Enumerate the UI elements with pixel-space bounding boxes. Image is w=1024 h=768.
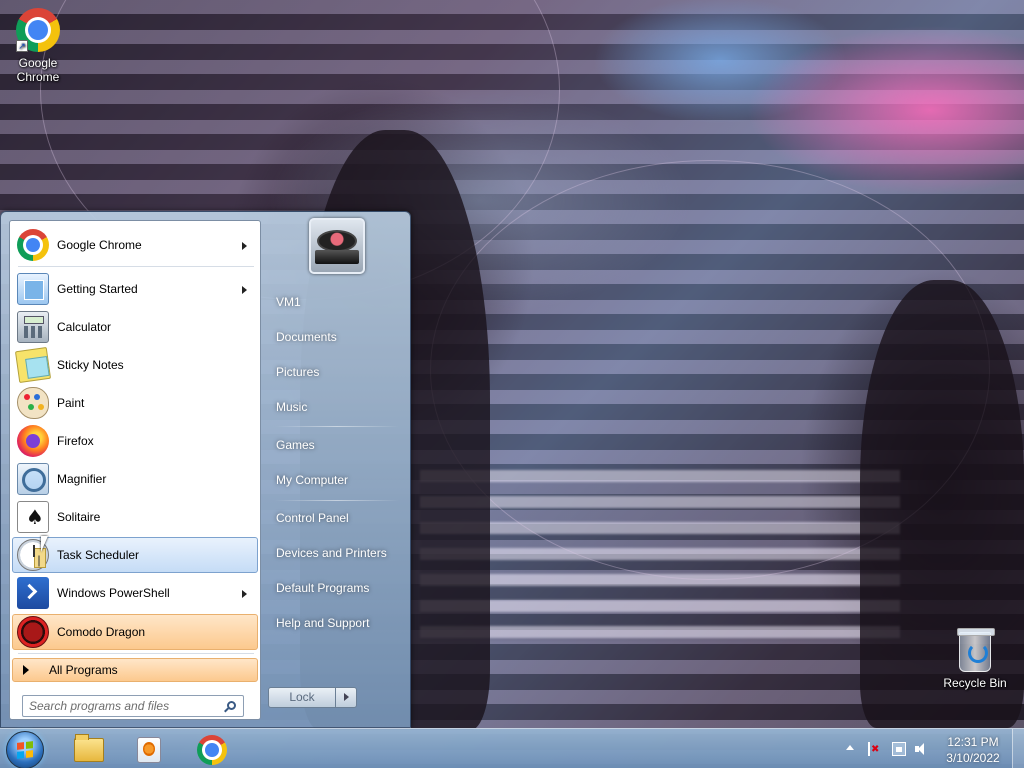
program-label: Google Chrome [57,238,142,252]
link-label: Documents [276,330,337,344]
link-label: My Computer [276,473,349,487]
link-label: Control Panel [276,511,349,525]
powershell-icon [17,577,49,609]
start-menu: Google Chrome Getting Started Calculator… [0,211,411,728]
submenu-arrow-icon[interactable] [242,242,247,250]
solitaire-icon [17,501,49,533]
turntable-disc-icon [317,230,357,252]
desktop-icon-label: Recycle Bin [943,676,1007,690]
search-box[interactable] [22,695,244,717]
link-label: Pictures [276,365,320,379]
chrome-icon: ↗ [16,8,60,52]
submenu-arrow-icon[interactable] [242,286,247,294]
program-label: Sticky Notes [57,358,124,372]
link-label: Help and Support [276,616,370,630]
media-player-icon [137,737,161,763]
program-item-sticky-notes[interactable]: Sticky Notes [12,346,258,384]
turntable-base-icon [315,250,359,264]
start-link-help-and-support[interactable]: Help and Support [269,608,401,638]
program-label: Comodo Dragon [57,625,146,639]
search-icon[interactable] [227,701,236,710]
start-link-games[interactable]: Games [269,430,401,460]
clock-date: 3/10/2022 [946,751,1000,765]
sticky-notes-icon [14,346,52,384]
separator [18,266,254,267]
program-label: Solitaire [57,510,101,524]
program-item-firefox[interactable]: Firefox [12,423,258,459]
desktop-icon-label: Google Chrome [16,56,60,84]
getting-started-icon [17,273,49,305]
program-item-calculator[interactable]: Calculator [12,309,258,345]
mouse-cursor-icon [41,536,48,552]
link-label: Music [276,400,308,414]
all-programs-button[interactable]: All Programs [12,658,258,682]
link-label: Games [276,438,315,452]
separator [275,500,399,501]
paint-icon [17,387,49,419]
search-input[interactable] [29,699,214,713]
start-link-control-panel[interactable]: Control Panel [269,503,401,533]
windows-explorer-icon [74,734,104,762]
start-link-pictures[interactable]: Pictures [269,357,401,387]
volume-icon[interactable] [914,742,928,756]
expand-arrow-icon [23,665,29,675]
program-label: Calculator [57,320,112,334]
program-item-solitaire[interactable]: Solitaire [12,499,258,535]
program-item-windows-powershell[interactable]: Windows PowerShell [12,575,258,611]
action-center-flag-icon[interactable] [866,742,880,756]
clock-time: 12:31 PM [947,735,999,749]
link-label: Devices and Printers [276,546,387,560]
start-link-documents[interactable]: Documents [269,322,401,352]
desktop-icon-google-chrome[interactable]: ↗ Google Chrome [0,8,76,84]
show-desktop-button[interactable] [1012,729,1024,768]
separator [18,653,254,654]
chrome-icon [197,735,227,765]
network-icon[interactable] [892,742,906,756]
program-item-getting-started[interactable]: Getting Started [12,271,258,307]
start-link-devices-and-printers[interactable]: Devices and Printers [269,538,401,568]
submenu-arrow-icon[interactable] [242,590,247,598]
taskbar-windows-explorer[interactable] [60,732,118,768]
taskbar: 12:31 PM 3/10/2022 [0,728,1024,768]
desktop-icon-recycle-bin[interactable]: Recycle Bin [937,628,1013,690]
taskbar-clock[interactable]: 12:31 PM 3/10/2022 [940,734,1006,766]
taskbar-media-player[interactable] [120,732,178,768]
program-label: Windows PowerShell [57,586,170,600]
link-label: Default Programs [276,581,370,595]
shutdown-options-arrow-icon[interactable] [335,687,357,708]
shortcut-arrow-icon: ↗ [16,40,28,52]
start-link-default-programs[interactable]: Default Programs [269,573,401,603]
separator [275,426,399,427]
start-button[interactable] [6,731,44,768]
program-item-google-chrome[interactable]: Google Chrome [12,227,258,263]
link-label: VM1 [276,295,301,309]
taskbar-google-chrome[interactable] [183,732,241,768]
program-item-comodo-dragon[interactable]: Comodo Dragon [12,614,258,650]
lock-label: Lock [289,690,315,704]
lock-button[interactable]: Lock [268,687,336,708]
recycle-bin-icon [957,628,995,672]
program-item-magnifier[interactable]: Magnifier [12,461,258,497]
program-label: Paint [57,396,85,410]
chrome-icon [17,229,49,261]
program-label: Magnifier [57,472,107,486]
firefox-icon [17,425,49,457]
program-label: Task Scheduler [57,548,140,562]
show-hidden-icons-icon[interactable] [846,745,854,750]
start-link-vm1[interactable]: VM1 [269,287,401,317]
program-label: Firefox [57,434,94,448]
start-link-music[interactable]: Music [269,392,401,422]
program-label: Getting Started [57,282,138,296]
all-programs-label: All Programs [49,663,118,677]
comodo-dragon-icon [17,616,49,648]
magnifier-icon [17,463,49,495]
start-link-my-computer[interactable]: My Computer [269,465,401,495]
program-item-paint[interactable]: Paint [12,385,258,421]
calculator-icon [17,311,49,343]
user-avatar[interactable] [309,218,365,274]
program-item-task-scheduler[interactable]: Task Scheduler [12,537,258,573]
start-menu-programs-pane: Google Chrome Getting Started Calculator… [9,220,261,720]
